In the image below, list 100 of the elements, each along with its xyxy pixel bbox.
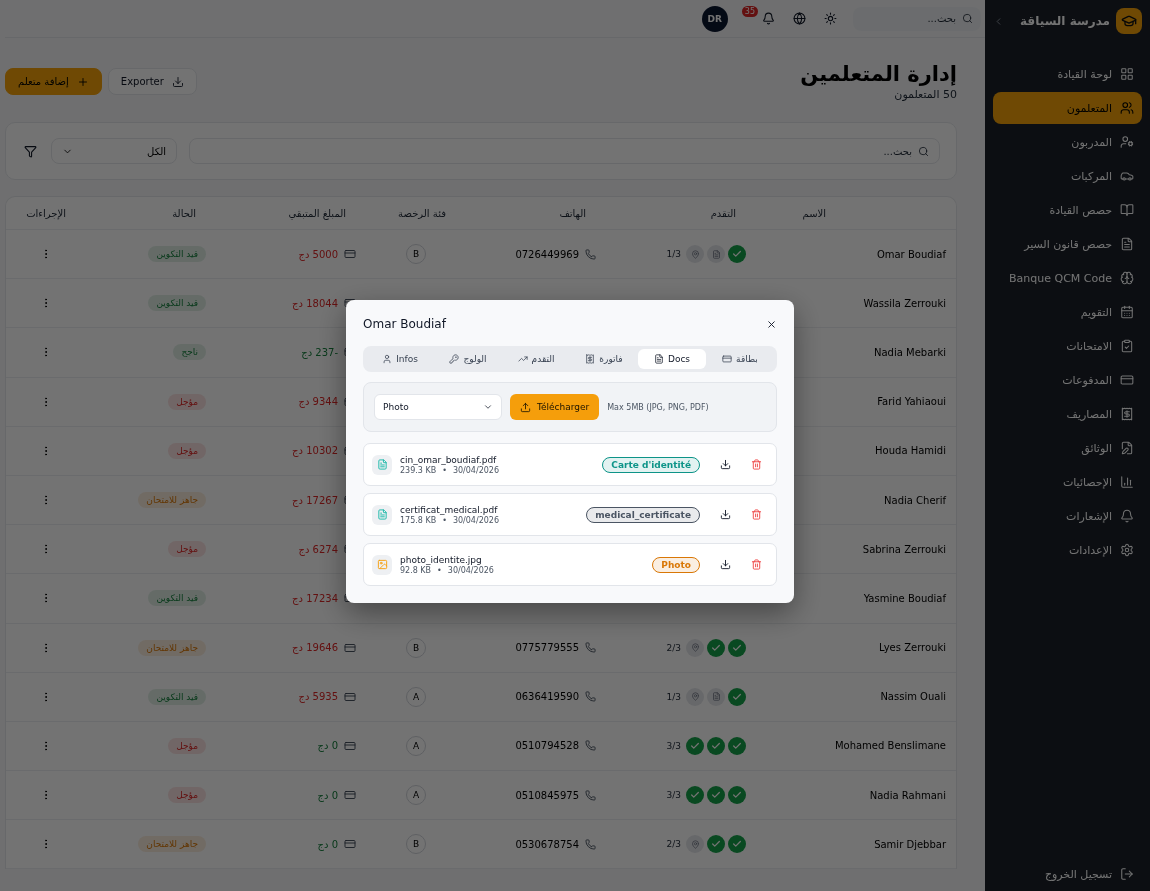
progress-count: 2/3 — [666, 642, 681, 653]
user-icon — [382, 354, 393, 364]
file-size: 239.3 KB — [400, 465, 437, 475]
learner-name: Farid Yahiaoui — [877, 396, 946, 408]
search-field[interactable]: بحث... — [853, 6, 981, 31]
file-name: photo_identite.jpg — [400, 554, 483, 565]
file-date: 30/04/2026 — [452, 515, 499, 525]
dialog-tab[interactable]: Infos — [366, 349, 434, 369]
sidebar-item[interactable]: حصص قانون السير — [993, 228, 1142, 260]
phone-icon — [585, 838, 596, 850]
clipboard-icon — [1120, 339, 1134, 353]
file-size: 175.8 KB — [400, 515, 437, 525]
separator-dot: • — [442, 465, 447, 475]
status-select[interactable]: الكل — [51, 138, 177, 164]
sidebar-item[interactable]: المصاريف — [993, 398, 1142, 430]
dialog-tab[interactable]: التقدم — [502, 349, 570, 369]
bar-chart-icon — [1120, 475, 1134, 489]
document-pen-icon — [1120, 441, 1134, 455]
dialog-tab[interactable]: بطاقة — [706, 349, 774, 369]
dialog-tab[interactable]: Docs — [638, 349, 706, 369]
sidebar-item[interactable]: الإعدادات — [993, 534, 1142, 566]
learner-name: Lyes Zerrouki — [879, 642, 946, 654]
theme-toggle[interactable] — [822, 10, 839, 27]
file-name: cin_omar_boudiaf.pdf — [400, 454, 498, 465]
learner-count: 50 المتعلمون — [893, 88, 957, 101]
column-header: الإجراءات — [25, 207, 67, 219]
document-type-select[interactable]: Photo — [374, 394, 502, 420]
sidebar-item[interactable]: المركبات — [993, 160, 1142, 192]
learner-name: Yasmine Boudiaf — [863, 592, 946, 604]
sidebar-item[interactable]: المتعلمون — [993, 92, 1142, 124]
sidebar-item[interactable]: المدفوعات — [993, 364, 1142, 396]
dialog-tab[interactable]: فاتورة — [570, 349, 638, 369]
file-date: 30/04/2026 — [447, 565, 494, 575]
sidebar-item[interactable]: التقويم — [993, 296, 1142, 328]
key-icon — [449, 354, 460, 364]
notifications-button[interactable] — [760, 10, 777, 27]
sidebar-item[interactable]: الإشعارات — [993, 500, 1142, 532]
remaining-amount: 17234 دج — [292, 592, 338, 604]
remaining-amount: 19646 دج — [292, 642, 338, 654]
remaining-amount: 17267 دج — [292, 494, 338, 506]
phone-icon — [585, 691, 596, 703]
progress-count: 2/3 — [666, 839, 681, 850]
remaining-amount: 5935 دج — [298, 691, 338, 703]
chevron-down-icon — [483, 402, 493, 412]
plus-icon — [76, 75, 89, 88]
close-button[interactable] — [766, 318, 777, 330]
document-type-tag: Carte d'identité — [602, 456, 700, 473]
remaining-amount: 0 دج — [317, 789, 338, 801]
book-icon — [1120, 203, 1134, 217]
remaining-amount: 6274 دج — [298, 543, 338, 555]
user-avatar[interactable]: DR — [701, 5, 728, 32]
phone-number: 0636419590 — [515, 691, 579, 703]
separator-dot: • — [437, 565, 442, 575]
receipt-icon — [1120, 407, 1134, 421]
upload-icon — [520, 401, 531, 413]
logout-link[interactable]: تسجيل الخروج — [993, 867, 1142, 881]
language-button[interactable] — [791, 10, 808, 27]
notification-count: 35 — [741, 6, 758, 17]
learner-name: Sabrina Zerrouki — [862, 543, 946, 555]
image-file-icon — [372, 554, 392, 575]
sidebar-item[interactable]: لوحة القيادة — [993, 58, 1142, 90]
document-type-tag: medical_certificate — [586, 506, 700, 523]
sidebar-item[interactable]: حصص القيادة — [993, 194, 1142, 226]
file-size: 92.8 KB — [400, 565, 432, 575]
upload-button[interactable]: Télécharger — [510, 394, 600, 420]
download-button[interactable] — [720, 559, 731, 570]
file-name: certificat_medical.pdf — [400, 504, 499, 515]
download-button[interactable] — [720, 509, 731, 520]
export-button[interactable]: Exporter — [107, 68, 197, 95]
upload-hint: Max 5MB (JPG, PNG, PDF) — [607, 402, 709, 412]
remaining-amount: 0 دج — [317, 838, 338, 850]
remaining-amount: 10302 دج — [292, 445, 338, 457]
learner-name: Nadia Cherif — [884, 494, 946, 506]
learner-name: Houda Hamidi — [875, 445, 946, 457]
delete-button[interactable] — [751, 559, 762, 570]
trend-icon — [517, 354, 528, 364]
delete-button[interactable] — [751, 509, 762, 520]
dialog-tab[interactable]: الولوج — [434, 349, 502, 369]
delete-button[interactable] — [751, 459, 762, 470]
column-header: فئة الرخصة — [397, 207, 447, 219]
sidebar-item[interactable]: Banque QCM Code — [993, 262, 1142, 294]
remaining-amount: -237 دج — [301, 346, 338, 358]
grid-icon — [1120, 67, 1134, 81]
search-field[interactable]: بحث... — [189, 138, 940, 164]
learner-name: Mohamed Benslimane — [834, 740, 946, 752]
dialog-title: Omar Boudiaf — [363, 317, 446, 331]
column-header: التقدم — [709, 207, 737, 219]
learner-name: Samir Djebbar — [874, 838, 946, 850]
sidebar-item[interactable]: الوثائق — [993, 432, 1142, 464]
column-header: الحالة — [171, 207, 197, 219]
car-icon — [1120, 169, 1134, 183]
document-icon — [1120, 237, 1134, 251]
sidebar-item[interactable]: الامتحانات — [993, 330, 1142, 362]
download-button[interactable] — [720, 459, 731, 470]
graduation-cap-logo — [1116, 8, 1142, 34]
add-learner-button[interactable]: إضافة متعلم — [5, 68, 102, 95]
brain-icon — [1120, 271, 1134, 285]
phone-icon — [585, 248, 596, 260]
sidebar-item[interactable]: المدربون — [993, 126, 1142, 158]
sidebar-item[interactable]: الإحصائيات — [993, 466, 1142, 498]
